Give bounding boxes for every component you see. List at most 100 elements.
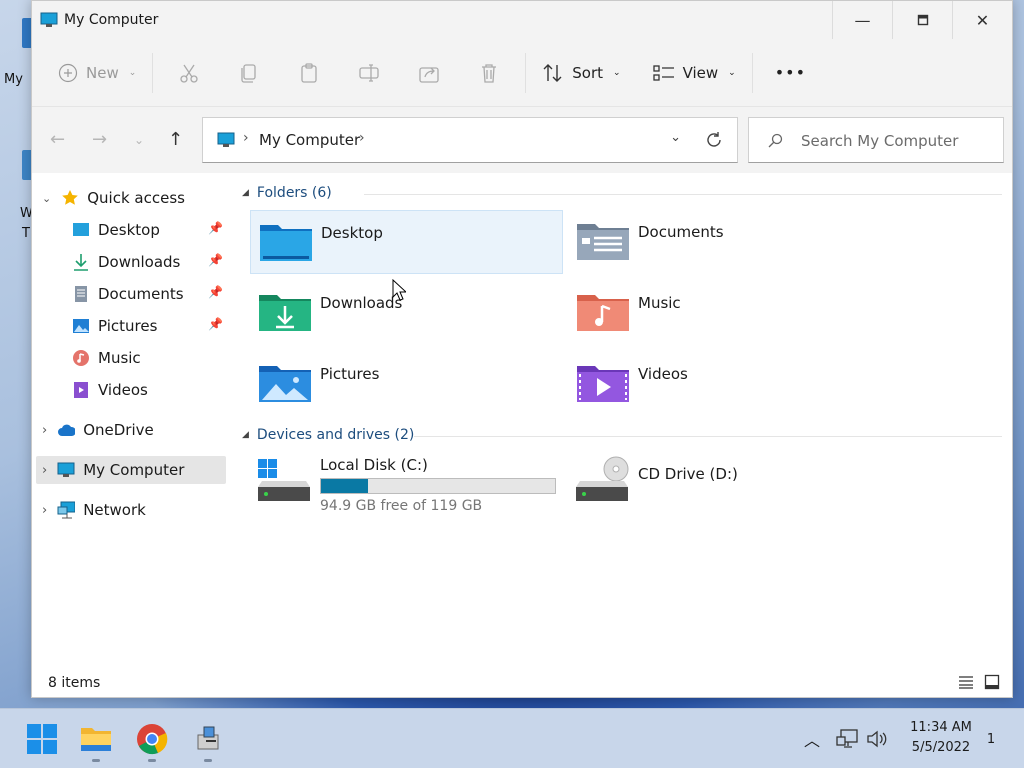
disk-usage-bar [320,478,556,494]
notification-badge[interactable]: 1 [984,732,998,747]
show-hidden-icons-chevron-icon[interactable]: ︿ [804,727,820,751]
sidebar-item-pictures[interactable]: Pictures [72,312,157,340]
chrome-icon[interactable] [136,723,168,755]
copy-button[interactable] [229,53,269,93]
clock-time[interactable]: 11:34 AM [906,720,976,735]
folder-tile-videos[interactable]: Videos [568,352,881,416]
large-icons-view-icon[interactable] [984,674,1000,690]
rename-icon [359,63,379,82]
document-icon [72,285,90,303]
folder-tile-documents[interactable]: Documents [568,210,881,274]
pin-icon: 📌 [208,317,223,331]
clipboard-icon [301,62,317,83]
collapse-triangle-icon: ◢ [242,188,249,198]
desktop-icon-label: T [22,226,30,241]
desktop-icon-my-computer[interactable] [0,10,36,50]
folder-tile-music[interactable]: Music [568,281,881,345]
file-explorer-icon[interactable] [80,723,112,755]
more-icon: ••• [774,63,807,82]
sidebar-item-desktop[interactable]: Desktop [72,216,160,244]
breadcrumb-chevron-icon[interactable]: › [359,130,365,146]
sort-button[interactable]: Sort ⌄ [532,53,630,93]
music-icon [72,349,90,367]
sidebar-item-network[interactable]: › Network [42,496,146,524]
rename-button[interactable] [349,53,389,93]
chevron-right-icon: › [42,462,48,478]
more-options-button[interactable]: ••• [765,53,816,93]
running-indicator [92,759,100,762]
folders-group-header[interactable]: ◢ Folders (6) [242,185,332,201]
download-icon [72,253,90,271]
search-box[interactable]: Search My Computer [748,117,1004,163]
share-button[interactable] [409,53,449,93]
address-bar[interactable]: › My Computer › ⌄ [202,117,738,163]
back-arrow-icon[interactable]: ← [50,129,65,150]
history-dropdown-icon[interactable]: ⌄ [670,130,681,145]
sidebar-item-label: Documents [98,285,184,303]
desktop-icon-shortcut[interactable] [0,150,36,190]
delete-button[interactable] [469,53,509,93]
sidebar-item-quick-access[interactable]: ⌄ Quick access [42,184,185,212]
maximize-button[interactable] [892,1,952,39]
network-status-icon[interactable] [836,729,858,749]
volume-icon[interactable] [866,729,888,749]
cut-button[interactable] [169,53,209,93]
recent-chevron-icon[interactable]: ⌄ [134,133,144,147]
folder-tile-desktop[interactable]: Desktop [250,210,563,274]
clock-date[interactable]: 5/5/2022 [906,740,976,755]
sidebar-item-documents[interactable]: Documents [72,280,184,308]
minimize-button[interactable]: — [832,1,892,39]
status-bar: 8 items [32,669,1012,697]
toolbar-divider [525,52,527,93]
folder-tile-pictures[interactable]: Pictures [250,352,563,416]
details-view-icon[interactable] [958,675,974,689]
sidebar-item-downloads[interactable]: Downloads [72,248,180,276]
group-divider [414,436,1002,437]
videos-folder-icon [577,366,629,402]
view-button-label: View [682,63,719,82]
folder-name: Videos [638,365,688,383]
chevron-down-icon: ⌄ [613,67,621,78]
title-bar[interactable]: My Computer — ✕ [32,1,1012,39]
folder-tile-downloads[interactable]: Downloads [250,281,563,345]
sidebar-item-my-computer[interactable]: › My Computer [42,456,184,484]
window-title: My Computer [64,12,159,28]
close-button[interactable]: ✕ [952,1,1012,39]
devices-group-header[interactable]: ◢ Devices and drives (2) [242,427,414,443]
cloud-icon [57,421,76,439]
search-placeholder: Search My Computer [801,132,959,150]
chevron-down-icon: ⌄ [728,67,736,78]
copy-icon [241,63,256,83]
restore-icon [917,14,928,26]
running-indicator [148,759,156,762]
drive-tile-c[interactable]: Local Disk (C:) 94.9 GB free of 119 GB [250,453,563,519]
sidebar-item-music[interactable]: Music [72,344,141,372]
close-icon: ✕ [975,10,990,30]
view-button[interactable]: View ⌄ [643,53,746,93]
chevron-right-icon: › [42,422,48,438]
search-icon [768,133,783,148]
monitor-icon [57,461,75,479]
sidebar-item-videos[interactable]: Videos [72,376,148,404]
installer-app-icon[interactable] [192,723,224,755]
downloads-folder-icon [259,295,311,331]
sidebar-item-label: My Computer [83,461,185,479]
toolbar-divider [152,52,154,93]
up-arrow-icon[interactable]: ↑ [168,129,183,150]
pin-icon: 📌 [208,253,223,267]
drive-tile-d[interactable]: CD Drive (D:) [568,453,881,519]
new-button[interactable]: New ⌄ [48,53,146,93]
sidebar-item-label: Videos [98,381,148,399]
paste-button[interactable] [289,53,329,93]
folder-name: Desktop [321,224,383,242]
refresh-icon[interactable] [705,131,723,149]
command-bar: New ⌄ Sort ⌄ View ⌄ ••• [32,39,1012,107]
breadcrumb-my-computer[interactable]: My Computer [259,131,360,149]
drive-free-space: 94.9 GB free of 119 GB [320,498,483,514]
folder-name: Documents [638,223,724,241]
chevron-down-icon: ⌄ [42,191,52,205]
sidebar-item-label: Quick access [87,189,185,207]
forward-arrow-icon[interactable]: → [92,129,107,150]
sidebar-item-onedrive[interactable]: › OneDrive [42,416,154,444]
start-windows-icon[interactable] [26,723,58,755]
